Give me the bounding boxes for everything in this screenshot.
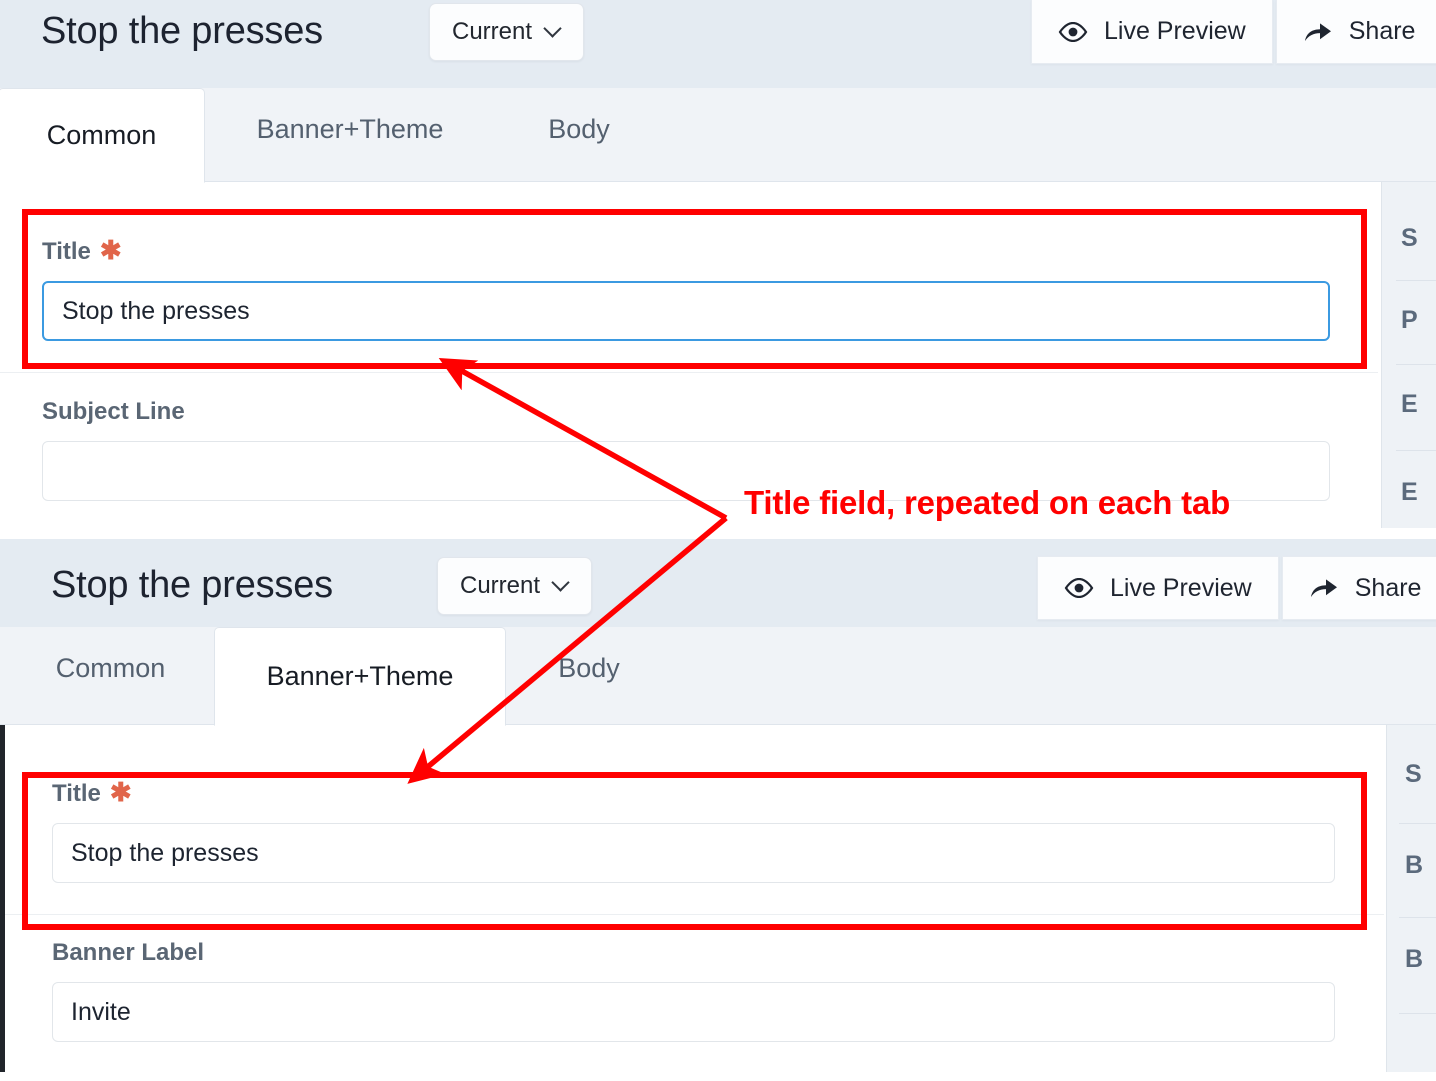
- rail-label: S: [1405, 760, 1422, 788]
- field-subject-label-row: Subject Line: [42, 398, 1330, 426]
- chevron-down-icon: [546, 22, 561, 37]
- field-banner-label-label: Banner Label: [52, 939, 205, 966]
- banner-label-input[interactable]: [52, 982, 1335, 1042]
- tab-body-label: Body: [548, 113, 610, 144]
- field-title-label: Title: [42, 238, 91, 265]
- editor-panel-common: Stop the presses Current Live Preview Sh…: [0, 0, 1436, 539]
- screenshot-root: Stop the presses Current Live Preview Sh…: [0, 0, 1436, 1081]
- required-asterisk-icon: ✱: [109, 777, 132, 807]
- rail-label: B: [1405, 945, 1424, 973]
- live-preview-button[interactable]: Live Preview: [1037, 556, 1279, 620]
- rail-divider: [1399, 917, 1436, 918]
- field-title-label: Title: [52, 780, 101, 807]
- tab-banner-theme[interactable]: Banner+Theme: [214, 627, 506, 726]
- panel-separator-gap: [0, 528, 1436, 539]
- field-subject-line-label: Subject Line: [42, 398, 185, 425]
- share-button[interactable]: Share: [1275, 0, 1436, 64]
- app-header-common: Stop the presses Current Live Preview Sh…: [0, 0, 1436, 88]
- app-header-banner: Stop the presses Current Live Preview Sh…: [0, 539, 1436, 627]
- version-selector-label: Current: [452, 18, 533, 45]
- share-arrow-icon: [1304, 22, 1331, 41]
- rail-divider: [1399, 1013, 1436, 1014]
- rail-label: E: [1401, 478, 1418, 506]
- share-button[interactable]: Share: [1281, 556, 1436, 620]
- tabbar-banner: Common Banner+Theme Body: [0, 627, 1436, 726]
- version-selector-banner[interactable]: Current: [437, 557, 593, 615]
- rail-divider: [1396, 280, 1436, 281]
- tab-body[interactable]: Body: [524, 627, 654, 709]
- right-rail-common: S P E E: [1381, 182, 1436, 539]
- share-label: Share: [1354, 573, 1422, 602]
- required-asterisk-icon: ✱: [99, 235, 122, 265]
- title-input-common[interactable]: [42, 281, 1330, 341]
- bottom-gap: [0, 1072, 1436, 1081]
- live-preview-button[interactable]: Live Preview: [1031, 0, 1273, 64]
- tab-body-label: Body: [558, 652, 620, 683]
- page-title-banner: Stop the presses: [51, 564, 333, 606]
- field-title-label-row: Title ✱: [52, 779, 1335, 808]
- editor-panel-banner-theme: Stop the presses Current Live Preview Sh…: [0, 539, 1436, 1072]
- rail-label: P: [1401, 306, 1418, 334]
- page-title-common: Stop the presses: [41, 10, 323, 52]
- tab-common[interactable]: Common: [0, 88, 205, 183]
- tab-common[interactable]: Common: [13, 627, 208, 709]
- tab-body[interactable]: Body: [514, 88, 644, 170]
- rail-divider: [1399, 823, 1436, 824]
- field-title-common: Title ✱: [42, 237, 1330, 341]
- rail-label: B: [1405, 851, 1424, 879]
- version-selector-common[interactable]: Current: [429, 3, 585, 61]
- tab-banner-theme-label: Banner+Theme: [256, 113, 444, 144]
- form-divider: [5, 914, 1384, 915]
- version-selector-label: Current: [460, 572, 541, 599]
- title-input-banner[interactable]: [52, 823, 1335, 883]
- share-arrow-icon: [1310, 579, 1337, 597]
- form-divider: [0, 372, 1378, 373]
- eye-icon: [1064, 578, 1094, 598]
- tab-common-label: Common: [55, 652, 166, 683]
- header-actions-banner: Live Preview Share: [1037, 556, 1436, 620]
- rail-label: S: [1401, 224, 1418, 252]
- live-preview-label: Live Preview: [1104, 17, 1246, 45]
- chevron-down-icon: [554, 576, 569, 591]
- tab-banner-theme-label: Banner+Theme: [266, 661, 454, 691]
- field-title-banner: Title ✱: [52, 779, 1335, 883]
- tabbar-common: Common Banner+Theme Body: [0, 88, 1436, 183]
- rail-divider: [1396, 450, 1436, 451]
- tab-banner-theme[interactable]: Banner+Theme: [226, 88, 474, 170]
- right-rail-banner: S B B: [1386, 725, 1436, 1072]
- field-title-label-row: Title ✱: [42, 237, 1330, 266]
- field-banner-label-row: Banner Label: [52, 939, 1335, 967]
- field-banner-label: Banner Label: [52, 939, 1335, 1042]
- eye-icon: [1058, 21, 1088, 42]
- header-actions-common: Live Preview Share: [1031, 0, 1436, 64]
- form-card-banner: Title ✱ Banner Label: [5, 725, 1384, 1072]
- rail-label: E: [1401, 390, 1418, 418]
- annotation-label: Title field, repeated on each tab: [744, 484, 1231, 521]
- live-preview-label: Live Preview: [1110, 573, 1252, 602]
- share-label: Share: [1348, 17, 1416, 45]
- tab-common-label: Common: [46, 120, 157, 150]
- rail-divider: [1396, 364, 1436, 365]
